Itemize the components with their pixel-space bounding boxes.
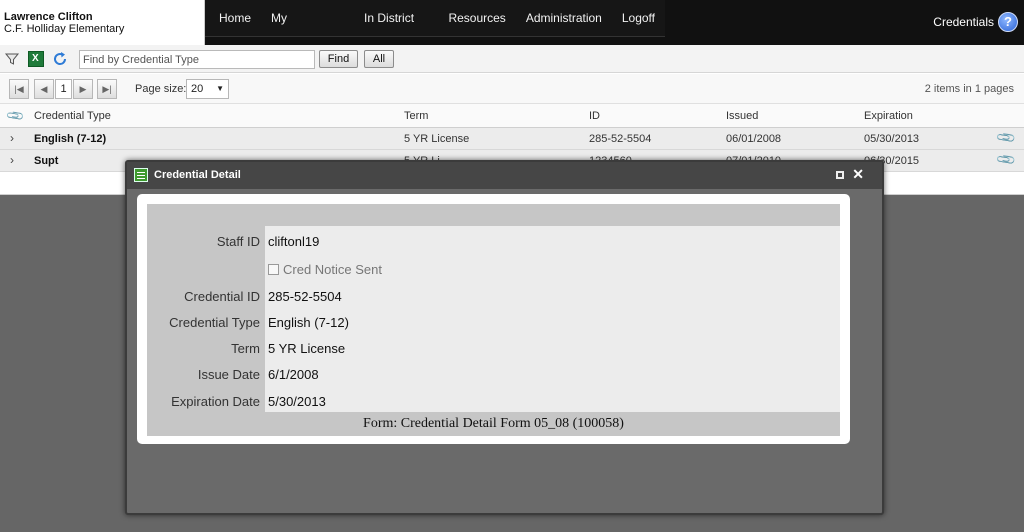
cell-term: 5 YR License bbox=[404, 133, 470, 145]
table-row[interactable]: › English (7-12) 5 YR License 285-52-550… bbox=[0, 127, 1024, 150]
nav-administration[interactable]: Administration bbox=[516, 0, 612, 41]
issue-date-label: Issue Date bbox=[197, 367, 260, 382]
expiration-date-value: 5/30/2013 bbox=[268, 394, 326, 409]
grid-header: 📎 Credential Type Term ID Issued Expirat… bbox=[0, 104, 1024, 128]
excel-export-icon[interactable] bbox=[28, 51, 44, 67]
page-size-select[interactable]: 20 ▼ bbox=[186, 79, 229, 99]
nav-my-information[interactable]: My Information bbox=[261, 0, 354, 70]
page-number[interactable]: 1 bbox=[55, 79, 72, 99]
maximize-icon[interactable] bbox=[836, 171, 844, 179]
all-button[interactable]: All bbox=[364, 50, 394, 68]
user-name: Lawrence Clifton bbox=[4, 11, 93, 23]
attachment-icon[interactable]: 📎 bbox=[995, 127, 1018, 150]
form-header-band bbox=[147, 204, 840, 226]
chevron-down-icon: ▼ bbox=[216, 84, 224, 93]
attachment-icon: 📎 bbox=[5, 105, 26, 127]
expand-chevron-icon[interactable]: › bbox=[10, 153, 14, 167]
top-header: Lawrence Clifton C.F. Holliday Elementar… bbox=[0, 0, 1024, 70]
prev-page-button[interactable]: ◀ bbox=[34, 79, 54, 99]
term-label: Term bbox=[231, 341, 260, 356]
nav-in-district-pd[interactable]: In District PD bbox=[354, 0, 438, 70]
dialog-title-bar[interactable]: Credential Detail ✕ bbox=[127, 162, 882, 189]
expand-chevron-icon[interactable]: › bbox=[10, 131, 14, 145]
col-id[interactable]: ID bbox=[589, 110, 600, 122]
credential-form: Staff ID cliftonl19 Cred Notice Sent Cre… bbox=[147, 204, 840, 436]
cell-id: 285-52-5504 bbox=[589, 133, 652, 145]
refresh-icon[interactable] bbox=[52, 51, 68, 67]
user-school: C.F. Holliday Elementary bbox=[4, 23, 125, 35]
issue-date-value: 6/1/2008 bbox=[268, 367, 319, 382]
credential-type-value: English (7-12) bbox=[268, 315, 349, 330]
pager: |◀ ◀ 1 ▶ ▶| Page size: 20 ▼ 2 items in 1… bbox=[0, 74, 1024, 104]
page-size-label: Page size: bbox=[135, 83, 187, 95]
cell-expiration: 05/30/2013 bbox=[864, 133, 920, 145]
nav-list: Home My Information In District PD Resou… bbox=[205, 0, 665, 70]
find-button[interactable]: Find bbox=[319, 50, 358, 68]
dialog-title: Credential Detail bbox=[154, 169, 241, 181]
help-icon[interactable]: ? bbox=[998, 12, 1018, 32]
checkbox-icon[interactable] bbox=[268, 264, 279, 275]
pager-info: 2 items in 1 pages bbox=[924, 83, 1014, 95]
cell-issued: 06/01/2008 bbox=[726, 133, 782, 145]
credential-id-label: Credential ID bbox=[184, 289, 260, 304]
cred-notice-label: Cred Notice Sent bbox=[283, 262, 382, 277]
cell-credential-type: English (7-12) bbox=[34, 133, 107, 145]
nav-home[interactable]: Home bbox=[209, 0, 261, 41]
col-expiration[interactable]: Expiration bbox=[864, 110, 913, 122]
nav-resources[interactable]: Resources bbox=[438, 0, 515, 41]
last-page-button[interactable]: ▶| bbox=[97, 79, 117, 99]
col-issued[interactable]: Issued bbox=[726, 110, 758, 122]
form-values-panel bbox=[265, 226, 840, 412]
page-title: Credentials bbox=[933, 15, 994, 29]
credential-id-value: 285-52-5504 bbox=[268, 289, 342, 304]
attachment-icon[interactable]: 📎 bbox=[995, 149, 1018, 172]
user-info: Lawrence Clifton C.F. Holliday Elementar… bbox=[0, 0, 205, 45]
form-footer: Form: Credential Detail Form 05_08 (1000… bbox=[147, 412, 840, 436]
close-icon[interactable]: ✕ bbox=[852, 166, 864, 183]
dialog-body: Staff ID cliftonl19 Cred Notice Sent Cre… bbox=[137, 194, 850, 444]
page-size-value: 20 bbox=[191, 83, 204, 95]
term-value: 5 YR License bbox=[268, 341, 346, 356]
col-term[interactable]: Term bbox=[404, 110, 428, 122]
credential-detail-dialog: Credential Detail ✕ Staff ID cliftonl19 … bbox=[125, 160, 884, 515]
nav-logoff[interactable]: Logoff bbox=[612, 0, 665, 41]
cell-credential-type: Supt bbox=[34, 155, 59, 167]
cred-notice-checkbox[interactable]: Cred Notice Sent bbox=[268, 262, 382, 277]
first-page-button[interactable]: |◀ bbox=[9, 79, 29, 99]
next-page-button[interactable]: ▶ bbox=[73, 79, 93, 99]
expiration-date-label: Expiration Date bbox=[171, 394, 260, 409]
main-nav: Home My Information In District PD Resou… bbox=[205, 0, 665, 70]
staff-id-value: cliftonl19 bbox=[268, 234, 320, 249]
col-credential-type[interactable]: Credential Type bbox=[34, 110, 111, 122]
staff-id-label: Staff ID bbox=[216, 234, 260, 249]
search-input[interactable] bbox=[79, 50, 315, 69]
filter-icon[interactable] bbox=[4, 51, 20, 67]
form-icon bbox=[134, 168, 148, 182]
credential-type-label: Credential Type bbox=[169, 315, 260, 330]
toolbar: Find All bbox=[0, 45, 1024, 73]
